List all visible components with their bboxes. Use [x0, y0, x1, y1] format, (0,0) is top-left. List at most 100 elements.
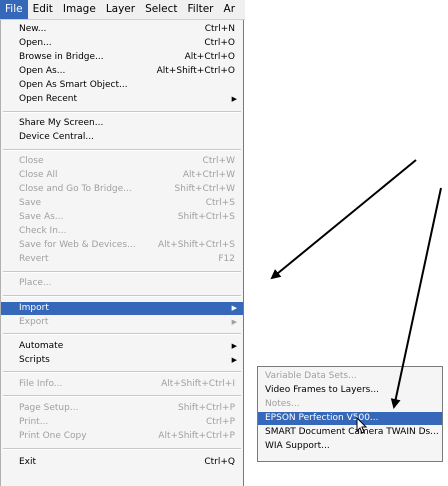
menu-item-shortcut: Shift+Ctrl+P — [178, 403, 235, 413]
menu-item-label: Revert — [19, 254, 49, 264]
menu-item-shortcut: Ctrl+S — [205, 198, 235, 208]
menu-item-shortcut: Ctrl+N — [204, 24, 235, 34]
menu-edit[interactable]: Edit — [28, 0, 58, 19]
menu-item-print[interactable]: Print... Ctrl+P — [1, 416, 243, 429]
menu-item-check-in[interactable]: Check In... — [1, 225, 243, 238]
submenu-item-wia-support[interactable]: WIA Support... — [258, 440, 442, 453]
menu-item-label: Close All — [19, 170, 58, 180]
menu-item-label: Open Recent — [19, 94, 78, 104]
menu-item-save-for-web[interactable]: Save for Web & Devices... Alt+Shift+Ctrl+… — [1, 239, 243, 252]
menu-item-automate[interactable]: Automate ▶ — [1, 340, 243, 353]
menu-item-shortcut: Ctrl+O — [204, 38, 235, 48]
submenu-item-video-frames-to-layers[interactable]: Video Frames to Layers... — [258, 384, 442, 397]
menu-divider — [3, 371, 241, 373]
menu-item-page-setup[interactable]: Page Setup... Shift+Ctrl+P — [1, 402, 243, 415]
menu-item-shortcut: Alt+Shift+Ctrl+O — [156, 66, 235, 76]
menu-item-close-all[interactable]: Close All Alt+Ctrl+W — [1, 169, 243, 182]
menu-item-label: Device Central... — [19, 132, 94, 142]
menu-item-shortcut: Shift+Ctrl+W — [174, 184, 235, 194]
menu-item-label: Print One Copy — [19, 431, 87, 441]
chevron-right-icon: ▶ — [231, 95, 237, 103]
menu-item-label: Open As... — [19, 66, 66, 76]
menu-select[interactable]: Select — [140, 0, 182, 19]
menu-divider — [3, 111, 241, 113]
menu-item-label: Export — [19, 317, 49, 327]
menu-item-revert[interactable]: Revert F12 — [1, 253, 243, 266]
menu-image[interactable]: Image — [58, 0, 101, 19]
menu-item-shortcut: Shift+Ctrl+S — [177, 212, 235, 222]
menu-item-label: Automate — [19, 341, 64, 351]
chevron-right-icon: ▶ — [231, 318, 237, 326]
menu-item-shortcut: F12 — [218, 254, 235, 264]
menu-item-label: Scripts — [19, 355, 50, 365]
menu-item-label: New... — [19, 24, 47, 34]
submenu-item-epson-perfection-v500[interactable]: EPSON Perfection V500... — [258, 412, 442, 425]
menu-divider — [3, 395, 241, 397]
submenu-item-variable-data-sets[interactable]: Variable Data Sets... — [258, 370, 442, 383]
import-submenu: Variable Data Sets... Video Frames to La… — [257, 366, 443, 462]
menu-item-label: Open As Smart Object... — [19, 80, 128, 90]
menu-item-label: Save As... — [19, 212, 64, 222]
menu-item-label: Browse in Bridge... — [19, 52, 104, 62]
menu-item-label: Share My Screen... — [19, 118, 104, 128]
menu-item-label: WIA Support... — [265, 441, 330, 451]
menu-item-place[interactable]: Place... — [1, 277, 243, 290]
menu-divider — [3, 149, 241, 151]
menu-item-shortcut: Ctrl+W — [202, 156, 235, 166]
submenu-item-smart-document-camera[interactable]: SMART Document Camera TWAIN Ds... — [258, 426, 442, 439]
menu-item-label: Close — [19, 156, 44, 166]
menu-item-new[interactable]: New... Ctrl+N — [1, 23, 243, 36]
menu-item-scripts[interactable]: Scripts ▶ — [1, 354, 243, 367]
menu-item-open-as[interactable]: Open As... Alt+Shift+Ctrl+O — [1, 65, 243, 78]
menu-item-file-info[interactable]: File Info... Alt+Shift+Ctrl+I — [1, 378, 243, 391]
menu-item-label: Open... — [19, 38, 52, 48]
menu-divider — [3, 295, 241, 297]
menu-item-label: SMART Document Camera TWAIN Ds... — [265, 427, 439, 437]
menu-layer[interactable]: Layer — [101, 0, 140, 19]
menu-item-label: Variable Data Sets... — [265, 371, 357, 381]
menu-item-close[interactable]: Close Ctrl+W — [1, 155, 243, 168]
menu-item-export[interactable]: Export ▶ — [1, 316, 243, 329]
menu-item-label: Exit — [19, 457, 37, 467]
menu-analysis[interactable]: Ar — [219, 0, 241, 19]
submenu-item-notes[interactable]: Notes... — [258, 398, 442, 411]
menu-divider — [3, 448, 241, 450]
menu-item-open[interactable]: Open... Ctrl+O — [1, 37, 243, 50]
menu-item-label: Save — [19, 198, 42, 208]
menu-item-shortcut: Alt+Ctrl+O — [184, 52, 235, 62]
menu-item-import[interactable]: Import ▶ — [1, 302, 243, 315]
chevron-right-icon: ▶ — [231, 304, 237, 312]
menu-item-shortcut: Alt+Shift+Ctrl+I — [161, 379, 235, 389]
menu-item-open-as-smart-object[interactable]: Open As Smart Object... — [1, 79, 243, 92]
menu-item-open-recent[interactable]: Open Recent ▶ — [1, 93, 243, 106]
menu-item-label: Save for Web & Devices... — [19, 240, 136, 250]
menu-divider — [3, 271, 241, 273]
menu-item-label: Page Setup... — [19, 403, 79, 413]
menu-item-save[interactable]: Save Ctrl+S — [1, 197, 243, 210]
menu-item-label: Print... — [19, 417, 49, 427]
menu-item-device-central[interactable]: Device Central... — [1, 131, 243, 144]
menu-item-shortcut: Alt+Shift+Ctrl+P — [158, 431, 235, 441]
menu-item-shortcut: Alt+Shift+Ctrl+S — [158, 240, 235, 250]
menu-item-shortcut: Ctrl+P — [206, 417, 235, 427]
menu-item-label: Notes... — [265, 399, 300, 409]
menu-item-share-my-screen[interactable]: Share My Screen... — [1, 117, 243, 130]
menu-divider — [3, 333, 241, 335]
chevron-right-icon: ▶ — [231, 356, 237, 364]
menu-item-browse-in-bridge[interactable]: Browse in Bridge... Alt+Ctrl+O — [1, 51, 243, 64]
menu-item-close-and-go-to-bridge[interactable]: Close and Go To Bridge... Shift+Ctrl+W — [1, 183, 243, 196]
menu-item-shortcut: Ctrl+Q — [204, 457, 235, 467]
menu-item-label: EPSON Perfection V500... — [265, 413, 379, 423]
menu-filter[interactable]: Filter — [183, 0, 219, 19]
menu-item-label: Close and Go To Bridge... — [19, 184, 132, 194]
menu-item-shortcut: Alt+Ctrl+W — [182, 170, 235, 180]
menu-item-exit[interactable]: Exit Ctrl+Q — [1, 456, 243, 469]
menu-item-label: File Info... — [19, 379, 63, 389]
annotation-arrow — [270, 159, 417, 280]
menu-item-save-as[interactable]: Save As... Shift+Ctrl+S — [1, 211, 243, 224]
menu-item-label: Import — [19, 303, 49, 313]
menu-file[interactable]: File — [0, 0, 28, 19]
menu-item-print-one-copy[interactable]: Print One Copy Alt+Shift+Ctrl+P — [1, 430, 243, 443]
menu-item-label: Video Frames to Layers... — [265, 385, 379, 395]
chevron-right-icon: ▶ — [231, 342, 237, 350]
